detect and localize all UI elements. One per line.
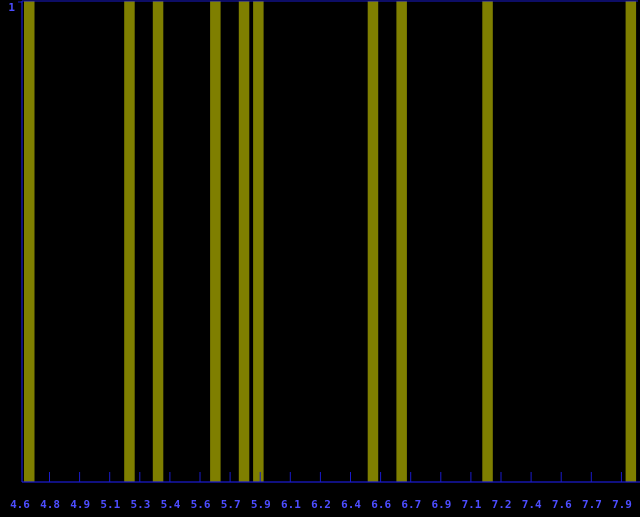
x-tick-label: 5.3 xyxy=(130,498,150,511)
chart-svg: 4.6 4.8 4.9 5.1 5.3 5.4 5.6 5.7 5.9 6.1 6.2 6.4 6.6 6… xyxy=(8,0,640,511)
x-tick-label: 5.4 xyxy=(161,498,181,511)
x-tick-label: 6.6 xyxy=(371,498,391,511)
y-axis-ticks: 1 xyxy=(8,1,15,14)
x-tick-label: 5.6 xyxy=(191,498,211,511)
x-tick-label: 6.1 xyxy=(281,498,301,511)
x-axis-ticks: 4.6 4.8 4.9 5.1 5.3 5.4 5.6 5.7 5.9 6.1 6.2 6.4 6.6 6… xyxy=(10,472,632,511)
chart: 4.6 4.8 4.9 5.1 5.3 5.4 5.6 5.7 5.9 6.1 6.2 6.4 6.6 6… xyxy=(0,0,640,512)
x-tick-label: 6.7 xyxy=(401,498,421,511)
x-tick-label: 7.7 xyxy=(582,498,602,511)
bar-8 xyxy=(482,1,493,482)
bar-7 xyxy=(396,1,407,482)
x-tick-label: 5.9 xyxy=(251,498,271,511)
y-tick-label: 1 xyxy=(8,1,15,14)
x-tick-label: 7.1 xyxy=(462,498,482,511)
bar-5 xyxy=(253,1,264,482)
x-tick-label: 6.4 xyxy=(341,498,361,511)
bar-3 xyxy=(210,1,221,482)
axes-layer xyxy=(18,0,640,483)
bar-4 xyxy=(238,1,250,482)
x-tick-label: 7.4 xyxy=(522,498,542,511)
x-tick-label: 7.9 xyxy=(612,498,632,511)
x-tick-label: 4.6 xyxy=(10,498,30,511)
x-tick-label: 4.8 xyxy=(40,498,60,511)
x-tick-label: 6.9 xyxy=(431,498,451,511)
bar-9 xyxy=(625,1,637,482)
bar-1 xyxy=(124,1,135,482)
bar-6 xyxy=(367,1,379,482)
bars-layer xyxy=(24,1,637,482)
x-tick-label: 6.2 xyxy=(311,498,331,511)
x-tick-label: 7.2 xyxy=(492,498,512,511)
x-tick-label: 7.6 xyxy=(552,498,572,511)
bar-0 xyxy=(24,1,35,482)
x-tick-label: 5.7 xyxy=(221,498,241,511)
x-tick-label: 5.1 xyxy=(100,498,120,511)
x-tick-label: 4.9 xyxy=(70,498,90,511)
bar-2 xyxy=(152,1,164,482)
